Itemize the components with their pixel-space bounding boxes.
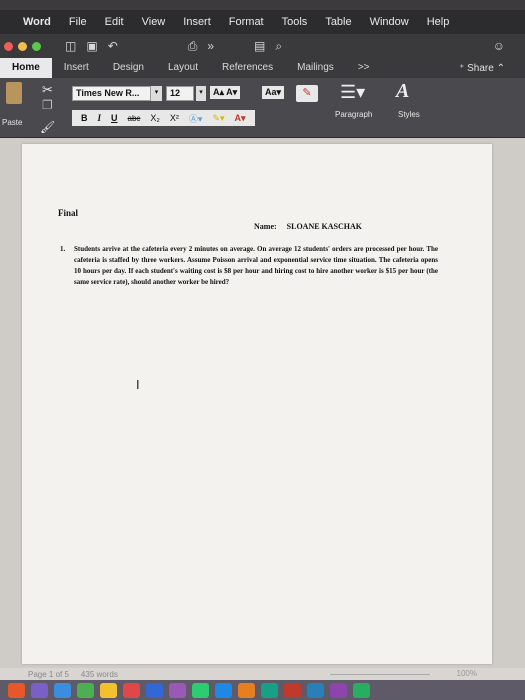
- tab-mailings[interactable]: Mailings: [285, 58, 346, 78]
- dock-app-icon[interactable]: [8, 682, 25, 698]
- top-strip: [0, 0, 525, 10]
- format-row: B I U abc X₂ X² Ⓐ▾ ✎▾ A▾: [72, 110, 255, 126]
- dock-app-icon[interactable]: [353, 682, 370, 698]
- dock-app-icon[interactable]: [123, 682, 140, 698]
- close-window-button[interactable]: [4, 41, 13, 51]
- more-icon[interactable]: »: [207, 39, 214, 53]
- tab-more[interactable]: >>: [346, 58, 382, 78]
- name-label: Name:: [254, 222, 277, 231]
- dock-app-icon[interactable]: [238, 682, 255, 698]
- clear-formatting-icon[interactable]: ✎: [296, 85, 318, 102]
- question-item: 1. Students arrive at the cafeteria ever…: [60, 244, 438, 288]
- tab-home[interactable]: Home: [0, 58, 52, 78]
- dock-app-icon[interactable]: [215, 682, 232, 698]
- window-controls: [4, 41, 41, 51]
- subscript-button[interactable]: X₂: [145, 113, 165, 123]
- undo-icon[interactable]: ↶: [108, 39, 118, 53]
- paragraph-icon[interactable]: ☰▾: [340, 82, 365, 103]
- dock-app-icon[interactable]: [169, 682, 186, 698]
- ribbon: Paste ✂ ❐ 🖌 Times New R... ▾ 12 ▾ A▴ A▾ …: [0, 78, 525, 138]
- grow-shrink-font-button[interactable]: A▴ A▾: [210, 86, 241, 99]
- menu-view[interactable]: View: [133, 16, 175, 28]
- ribbon-tabs: Home Insert Design Layout References Mai…: [0, 58, 525, 78]
- dock-app-icon[interactable]: [31, 682, 48, 698]
- zoom-level[interactable]: 100%: [457, 669, 477, 678]
- search-icon[interactable]: ⌕: [275, 39, 282, 54]
- bold-button[interactable]: B: [76, 113, 93, 123]
- smiley-icon[interactable]: ☺: [493, 39, 505, 53]
- highlight-icon[interactable]: ✎▾: [207, 113, 229, 124]
- share-button[interactable]: ⁺ Share ⌃: [459, 63, 505, 74]
- dock-app-icon[interactable]: [146, 682, 163, 698]
- italic-button[interactable]: I: [93, 113, 107, 123]
- status-bar: Page 1 of 5 435 words 100%: [0, 668, 525, 680]
- styles-icon[interactable]: A: [396, 80, 409, 103]
- document-icon[interactable]: ▤: [254, 39, 265, 53]
- menu-edit[interactable]: Edit: [96, 16, 133, 28]
- zoom-slider[interactable]: [330, 674, 430, 675]
- tab-references[interactable]: References: [210, 58, 285, 78]
- page-title: Final: [58, 208, 79, 218]
- name-line: Name: SLOANE KASCHAK: [254, 222, 362, 231]
- word-count[interactable]: 435 words: [81, 670, 118, 679]
- menu-word[interactable]: Word: [14, 16, 60, 28]
- save-icon[interactable]: ▣: [86, 39, 97, 53]
- zoom-window-button[interactable]: [32, 41, 41, 51]
- change-case-button[interactable]: Aa▾: [262, 86, 285, 99]
- menu-tools[interactable]: Tools: [273, 16, 317, 28]
- tab-layout[interactable]: Layout: [156, 58, 210, 78]
- document-page[interactable]: Final Name: SLOANE KASCHAK 1. Students a…: [22, 144, 492, 664]
- styles-label[interactable]: Styles: [398, 110, 420, 119]
- text-cursor-icon: I: [136, 377, 140, 392]
- menu-table[interactable]: Table: [316, 16, 360, 28]
- strikethrough-button[interactable]: abc: [123, 114, 146, 123]
- document-area: Final Name: SLOANE KASCHAK 1. Students a…: [0, 138, 525, 668]
- question-text: Students arrive at the cafeteria every 2…: [74, 245, 438, 286]
- font-size-input[interactable]: 12: [166, 86, 194, 101]
- menu-window[interactable]: Window: [361, 16, 418, 28]
- menu-help[interactable]: Help: [418, 16, 459, 28]
- paste-button[interactable]: Paste ✂ ❐ 🖌: [0, 82, 60, 136]
- dock-app-icon[interactable]: [261, 682, 278, 698]
- menu-bar: Word File Edit View Insert Format Tools …: [0, 10, 525, 34]
- menu-insert[interactable]: Insert: [174, 16, 220, 28]
- question-number: 1.: [60, 245, 66, 253]
- tab-insert[interactable]: Insert: [52, 58, 101, 78]
- title-toolbar: ◫ ▣ ↶ ⎙ » ▤ ⌕ ☺: [0, 34, 525, 58]
- dock-app-icon[interactable]: [100, 682, 117, 698]
- font-color-icon[interactable]: A▾: [230, 113, 251, 124]
- dock-app-icon[interactable]: [307, 682, 324, 698]
- superscript-button[interactable]: X²: [165, 113, 184, 123]
- menu-file[interactable]: File: [60, 16, 96, 28]
- print-icon[interactable]: ⎙: [188, 39, 198, 54]
- paste-label: Paste: [2, 118, 23, 127]
- share-icon: ⁺: [459, 62, 468, 74]
- font-dropdown-icon[interactable]: ▾: [150, 86, 162, 101]
- underline-button[interactable]: U: [106, 113, 123, 123]
- clipboard-icon: [6, 82, 22, 104]
- paragraph-label[interactable]: Paragraph: [335, 110, 372, 119]
- dock-app-icon[interactable]: [192, 682, 209, 698]
- dock: [0, 680, 525, 700]
- dock-app-icon[interactable]: [330, 682, 347, 698]
- tab-design[interactable]: Design: [101, 58, 156, 78]
- menu-format[interactable]: Format: [220, 16, 273, 28]
- dock-app-icon[interactable]: [77, 682, 94, 698]
- dock-app-icon[interactable]: [54, 682, 71, 698]
- sidebar-icon[interactable]: ◫: [65, 39, 76, 53]
- copy-icon[interactable]: ❐: [42, 98, 53, 112]
- text-effects-icon[interactable]: Ⓐ▾: [184, 112, 208, 125]
- dock-app-icon[interactable]: [284, 682, 301, 698]
- scissors-icon[interactable]: ✂: [42, 82, 53, 98]
- minimize-window-button[interactable]: [18, 41, 27, 51]
- name-value: SLOANE KASCHAK: [286, 222, 363, 231]
- format-painter-icon[interactable]: 🖌: [40, 120, 55, 134]
- page-count[interactable]: Page 1 of 5: [28, 670, 69, 679]
- font-name-input[interactable]: Times New R...: [72, 86, 162, 101]
- font-size-dropdown-icon[interactable]: ▾: [196, 86, 206, 101]
